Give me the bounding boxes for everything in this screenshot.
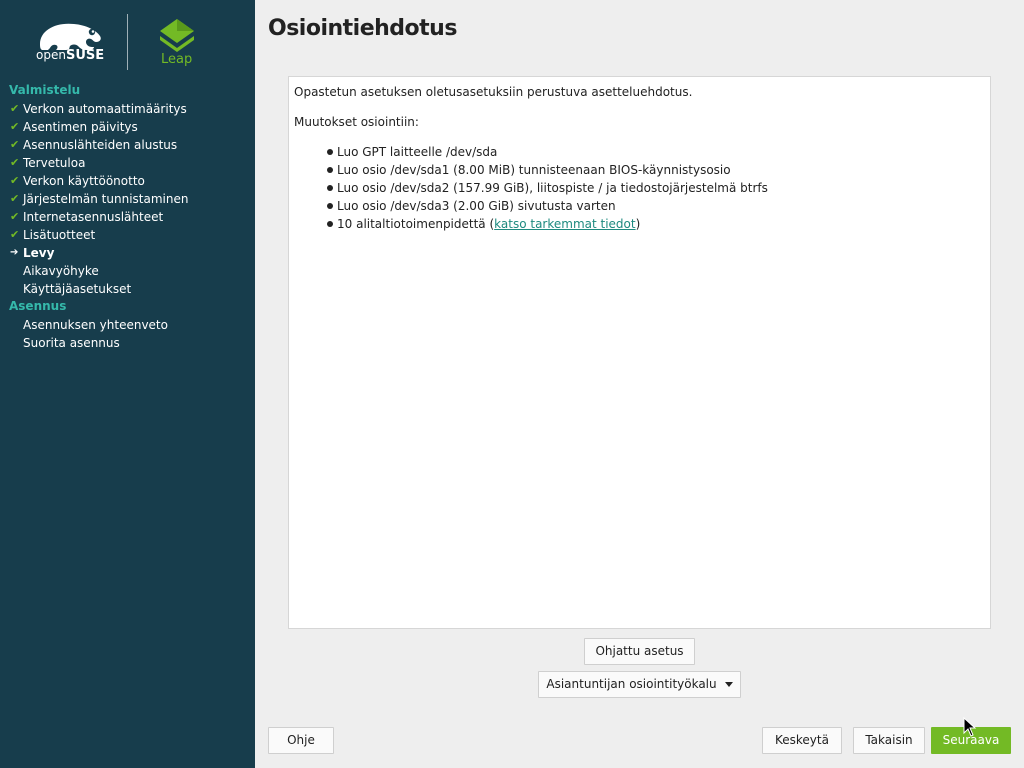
step-label: Verkon käyttöönotto bbox=[23, 174, 145, 188]
step-label: Järjestelmän tunnistaminen bbox=[23, 192, 189, 206]
check-icon: ✔ bbox=[10, 156, 20, 169]
check-icon: ✔ bbox=[10, 210, 20, 223]
leap-wordmark: Leap bbox=[161, 52, 193, 67]
step-item: ✔ Verkon käyttöönotto bbox=[0, 172, 255, 190]
step-item: ✔ Internetasennuslähteet bbox=[0, 208, 255, 226]
step-item-current: ➔ Levy bbox=[0, 244, 255, 262]
sidebar: openSUSE Leap Valmistelu ✔ Verkon automaa… bbox=[0, 0, 255, 768]
abort-label: Keskeytä bbox=[775, 733, 829, 747]
opensuse-wordmark: openSUSE bbox=[36, 48, 104, 63]
subtasks-prefix: 10 alitaltiotoimenpidettä ( bbox=[337, 217, 495, 231]
step-section-header: Valmistelu bbox=[9, 83, 81, 97]
logo-divider bbox=[127, 14, 128, 70]
chevron-down-icon bbox=[724, 682, 733, 687]
step-item: ✔ Järjestelmän tunnistaminen bbox=[0, 190, 255, 208]
list-item: Luo osio /dev/sda3 (2.00 GiB) sivutusta … bbox=[325, 197, 985, 215]
opensuse-prefix: open bbox=[36, 48, 66, 62]
step-label: Aikavyöhyke bbox=[23, 264, 99, 278]
details-link[interactable]: katso tarkemmat tiedot bbox=[494, 217, 635, 231]
check-icon: ✔ bbox=[10, 120, 20, 133]
expert-partitioner-label: Asiantuntijan osiointityökalu bbox=[546, 677, 717, 691]
step-label: Suorita asennus bbox=[23, 336, 120, 350]
step-label: Tervetuloa bbox=[23, 156, 86, 170]
step-label: Lisätuotteet bbox=[23, 228, 96, 242]
check-icon: ✔ bbox=[10, 192, 20, 205]
step-label: Levy bbox=[23, 246, 55, 260]
step-item: ✔ Asentimen päivitys bbox=[0, 118, 255, 136]
mouse-cursor-icon bbox=[963, 717, 977, 737]
expert-partitioner-menu-button[interactable]: Asiantuntijan osiointityökalu bbox=[538, 671, 741, 698]
step-section-header: Asennus bbox=[9, 299, 67, 313]
step-item: ✔ Tervetuloa bbox=[0, 154, 255, 172]
proposal-intro: Opastetun asetuksen oletusasetuksiin per… bbox=[294, 85, 693, 99]
step-item: ✔ Lisätuotteet bbox=[0, 226, 255, 244]
step-item: ✔ Asennuslähteiden alustus bbox=[0, 136, 255, 154]
leap-logo-icon bbox=[160, 19, 194, 52]
step-label: Käyttäjäasetukset bbox=[23, 282, 132, 296]
list-item: 10 alitaltiotoimenpidettä (katso tarkemm… bbox=[325, 215, 985, 233]
page-title: Osiointiehdotus bbox=[268, 16, 457, 41]
help-button[interactable]: Ohje bbox=[268, 727, 334, 754]
changes-heading: Muutokset osiointiin: bbox=[294, 115, 419, 129]
guided-setup-button[interactable]: Ohjattu asetus bbox=[584, 638, 695, 665]
abort-button[interactable]: Keskeytä bbox=[762, 727, 842, 754]
check-icon: ✔ bbox=[10, 138, 20, 151]
step-label: Internetasennuslähteet bbox=[23, 210, 164, 224]
logo-area: openSUSE Leap bbox=[0, 0, 255, 80]
changes-list: Luo GPT laitteelle /dev/sda Luo osio /de… bbox=[325, 143, 985, 233]
step-label: Asennuslähteiden alustus bbox=[23, 138, 178, 152]
step-item: Käyttäjäasetukset bbox=[0, 280, 255, 298]
back-label: Takaisin bbox=[865, 733, 913, 747]
guided-setup-label: Ohjattu asetus bbox=[595, 644, 684, 658]
arrow-right-icon: ➔ bbox=[10, 247, 19, 258]
step-item: Asennuksen yhteenveto bbox=[0, 316, 255, 334]
step-item: Aikavyöhyke bbox=[0, 262, 255, 280]
back-button[interactable]: Takaisin bbox=[853, 727, 925, 754]
step-label: Asentimen päivitys bbox=[23, 120, 138, 134]
help-label: Ohje bbox=[287, 733, 315, 747]
list-item: Luo osio /dev/sda1 (8.00 MiB) tunnisteen… bbox=[325, 161, 985, 179]
check-icon: ✔ bbox=[10, 174, 20, 187]
list-item: Luo GPT laitteelle /dev/sda bbox=[325, 143, 985, 161]
subtasks-suffix: ) bbox=[635, 217, 641, 231]
proposal-panel: Opastetun asetuksen oletusasetuksiin per… bbox=[288, 76, 991, 629]
step-label: Asennuksen yhteenveto bbox=[23, 318, 168, 332]
check-icon: ✔ bbox=[10, 102, 20, 115]
list-item: Luo osio /dev/sda2 (157.99 GiB), liitosp… bbox=[325, 179, 985, 197]
check-icon: ✔ bbox=[10, 228, 20, 241]
step-label: Verkon automaattimääritys bbox=[23, 102, 187, 116]
step-item: ✔ Verkon automaattimääritys bbox=[0, 100, 255, 118]
installation-steps: Valmistelu ✔ Verkon automaattimääritys ✔ A… bbox=[0, 82, 255, 352]
step-item: Suorita asennus bbox=[0, 334, 255, 352]
opensuse-name: SUSE bbox=[65, 48, 105, 63]
